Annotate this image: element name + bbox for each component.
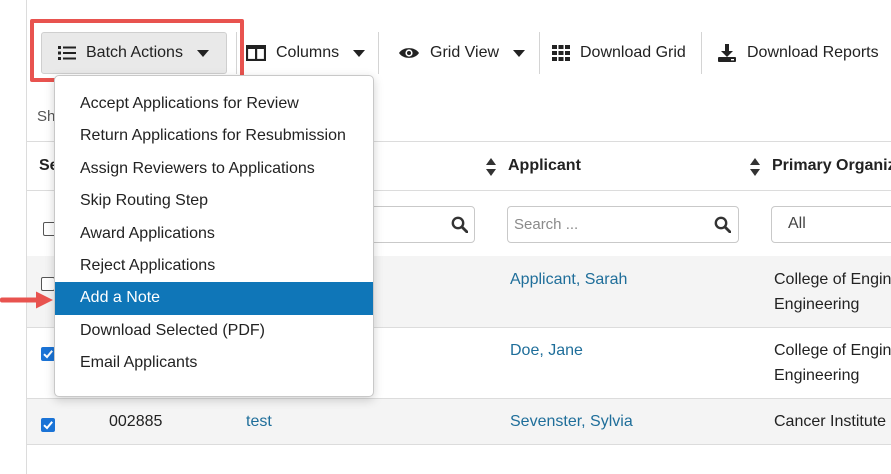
toolbar-divider	[701, 32, 702, 74]
org-line-2: Engineering	[774, 367, 860, 384]
applicant-link[interactable]: Sevenster, Sylvia	[510, 409, 633, 434]
toolbar-divider	[378, 32, 379, 74]
menu-item-return-applications[interactable]: Return Applications for Resubmission	[55, 120, 373, 152]
search-icon[interactable]	[451, 216, 469, 238]
menu-item-download-selected-pdf[interactable]: Download Selected (PDF)	[55, 315, 373, 347]
columns-label: Columns	[276, 44, 340, 61]
batch-actions-menu: Accept Applications for Review Return Ap…	[54, 75, 374, 397]
download-grid-label: Download Grid	[580, 44, 686, 61]
grid-view-button[interactable]: Grid View	[398, 32, 526, 74]
sort-icon[interactable]	[750, 158, 760, 176]
chevron-down-icon	[353, 49, 366, 57]
applicant-link[interactable]: Applicant, Sarah	[510, 267, 627, 292]
menu-item-add-a-note[interactable]: Add a Note	[55, 282, 373, 315]
row-checkbox[interactable]	[41, 277, 55, 291]
table-bottom-border	[27, 444, 891, 445]
menu-item-email-applicants[interactable]: Email Applicants	[55, 347, 373, 379]
toolbar-divider	[236, 32, 237, 74]
menu-item-assign-reviewers[interactable]: Assign Reviewers to Applications	[55, 153, 373, 185]
primary-organization-select[interactable]: All	[771, 206, 891, 243]
menu-item-reject-applications[interactable]: Reject Applications	[55, 250, 373, 282]
applicant-link[interactable]: Doe, Jane	[510, 338, 583, 363]
arrow-right-icon	[0, 290, 56, 315]
download-reports-button[interactable]: Download Reports	[717, 32, 879, 74]
row-checkbox[interactable]	[41, 418, 55, 432]
download-icon	[717, 44, 737, 62]
row-checkbox[interactable]	[41, 347, 55, 361]
chevron-down-icon	[513, 49, 526, 57]
table-row: 002885 test Sevenster, Sylvia Cancer Ins…	[27, 399, 891, 444]
grid-view-label: Grid View	[430, 44, 500, 61]
sort-icon[interactable]	[486, 158, 496, 176]
toolbar-divider	[539, 32, 540, 74]
org-line-1: Cancer Institute	[774, 413, 887, 430]
search-icon[interactable]	[714, 216, 732, 238]
row-id: 002885	[109, 413, 163, 430]
title-link[interactable]: test	[246, 409, 272, 434]
download-reports-label: Download Reports	[747, 44, 879, 61]
highlight-box	[30, 19, 244, 82]
eye-icon	[398, 46, 420, 60]
applicant-search-input[interactable]	[507, 206, 739, 243]
org-line-1: College of Engin	[774, 342, 891, 359]
menu-item-accept-applications[interactable]: Accept Applications for Review	[55, 88, 373, 120]
header-primary-organization[interactable]: Primary Organiz	[772, 157, 891, 175]
columns-icon	[246, 45, 266, 61]
show-entries-text: Sh	[37, 108, 56, 125]
header-applicant[interactable]: Applicant	[508, 157, 581, 175]
menu-item-skip-routing-step[interactable]: Skip Routing Step	[55, 185, 373, 217]
download-grid-button[interactable]: Download Grid	[552, 32, 686, 74]
org-line-2: Engineering	[774, 296, 860, 313]
grid-icon	[552, 45, 570, 61]
menu-item-award-applications[interactable]: Award Applications	[55, 218, 373, 250]
columns-button[interactable]: Columns	[246, 32, 366, 74]
org-line-1: College of Engin	[774, 271, 891, 288]
